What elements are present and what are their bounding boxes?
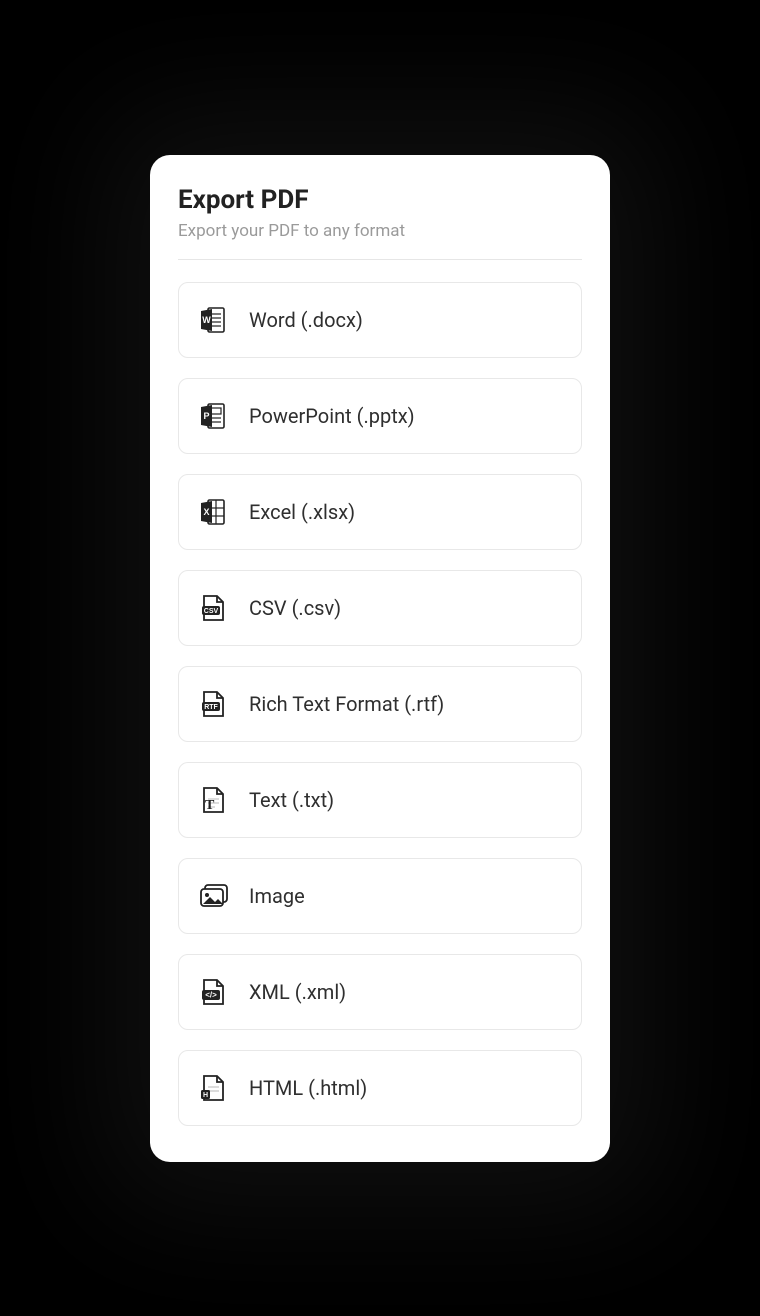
- image-icon: [197, 880, 241, 912]
- export-option-image[interactable]: Image: [178, 858, 582, 934]
- export-option-label: CSV (.csv): [249, 596, 341, 620]
- export-option-label: HTML (.html): [249, 1076, 367, 1100]
- word-icon: W: [197, 304, 241, 336]
- export-option-html[interactable]: H HTML (.html): [178, 1050, 582, 1126]
- svg-text:P: P: [203, 411, 209, 421]
- divider: [178, 259, 582, 260]
- svg-text:H: H: [203, 1092, 208, 1099]
- export-option-text[interactable]: T Text (.txt): [178, 762, 582, 838]
- export-option-label: Text (.txt): [249, 788, 334, 812]
- svg-text:X: X: [203, 507, 209, 517]
- rtf-icon: RTF: [197, 688, 241, 720]
- export-option-label: PowerPoint (.pptx): [249, 404, 415, 428]
- svg-text:RTF: RTF: [204, 704, 218, 711]
- export-pdf-panel: Export PDF Export your PDF to any format…: [150, 155, 610, 1162]
- export-option-label: XML (.xml): [249, 980, 346, 1004]
- export-option-powerpoint[interactable]: P PowerPoint (.pptx): [178, 378, 582, 454]
- export-option-label: Excel (.xlsx): [249, 500, 355, 524]
- svg-text:CSV: CSV: [204, 608, 219, 615]
- export-option-label: Rich Text Format (.rtf): [249, 692, 444, 716]
- panel-title: Export PDF: [178, 185, 582, 215]
- svg-text:</>: </>: [205, 990, 217, 999]
- export-option-word[interactable]: W Word (.docx): [178, 282, 582, 358]
- svg-text:T: T: [205, 798, 215, 813]
- export-option-rtf[interactable]: RTF Rich Text Format (.rtf): [178, 666, 582, 742]
- csv-icon: CSV: [197, 592, 241, 624]
- powerpoint-icon: P: [197, 400, 241, 432]
- svg-text:W: W: [202, 315, 211, 325]
- text-icon: T: [197, 784, 241, 816]
- export-option-label: Word (.docx): [249, 308, 363, 332]
- export-option-xml[interactable]: </> XML (.xml): [178, 954, 582, 1030]
- export-option-label: Image: [249, 884, 305, 908]
- export-option-csv[interactable]: CSV CSV (.csv): [178, 570, 582, 646]
- xml-icon: </>: [197, 976, 241, 1008]
- export-option-excel[interactable]: X Excel (.xlsx): [178, 474, 582, 550]
- html-icon: H: [197, 1072, 241, 1104]
- excel-icon: X: [197, 496, 241, 528]
- panel-subtitle: Export your PDF to any format: [178, 221, 582, 241]
